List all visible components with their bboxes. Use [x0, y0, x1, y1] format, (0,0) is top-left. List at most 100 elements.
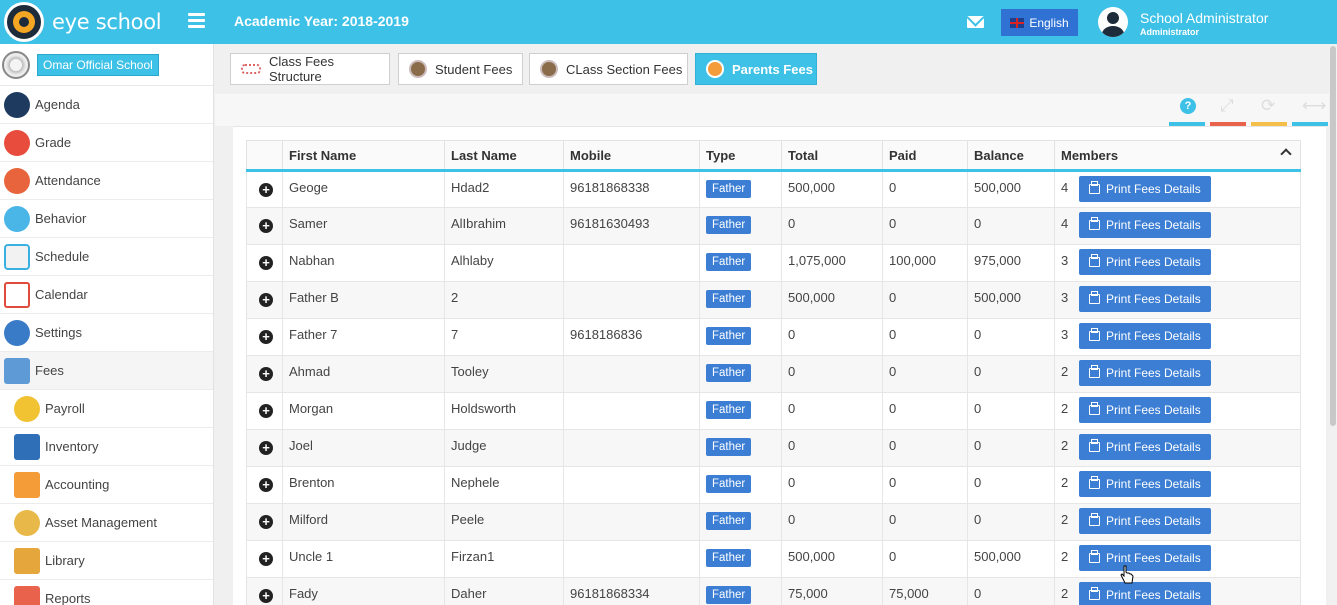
- table-row[interactable]: + Uncle 1 Firzan1 Father 500,000 0 500,000 2 Pri…: [246, 540, 1301, 578]
- language-button[interactable]: English: [1001, 9, 1078, 36]
- column-header[interactable]: Last Name: [444, 140, 564, 172]
- sidebar-item-attendance[interactable]: Attendance: [0, 162, 213, 200]
- refresh-button[interactable]: ⟳: [1251, 96, 1287, 126]
- sidebar-item-library[interactable]: Library: [0, 542, 213, 580]
- expand-row-icon[interactable]: +: [259, 330, 273, 344]
- sidebar-item-calendar[interactable]: Calendar: [0, 276, 213, 314]
- table-row[interactable]: + Joel Judge Father 0 0 0 2 Print Fees Details: [246, 429, 1301, 467]
- expand-row-icon[interactable]: +: [259, 589, 273, 603]
- sidebar-item-schedule[interactable]: Schedule: [0, 238, 213, 276]
- parents-fees-table: First Name Last Name Mobile Type Total P…: [246, 140, 1301, 605]
- print-fees-button[interactable]: Print Fees Details: [1079, 212, 1211, 238]
- members-column-header[interactable]: Members: [1054, 140, 1301, 172]
- column-header[interactable]: Mobile: [563, 140, 700, 172]
- print-fees-button[interactable]: Print Fees Details: [1079, 545, 1211, 571]
- menu-toggle-icon[interactable]: [188, 13, 205, 28]
- last-cell: Hdad2: [444, 170, 564, 208]
- app-logo[interactable]: eye school: [4, 2, 162, 42]
- sidebar-item-fees[interactable]: Fees: [0, 352, 213, 390]
- table-row[interactable]: + Father B 2 Father 500,000 0 500,000 3 Print Fe…: [246, 281, 1301, 319]
- collapse-icon[interactable]: [1280, 148, 1292, 160]
- sidebar-item-label: Reports: [45, 591, 91, 605]
- scrollbar-thumb[interactable]: [1330, 46, 1336, 426]
- type-badge: Father: [706, 327, 752, 345]
- table-row[interactable]: + Milford Peele Father 0 0 0 2 Print Fees Detail…: [246, 503, 1301, 541]
- column-header[interactable]: Paid: [882, 140, 968, 172]
- tab-parents-fees[interactable]: Parents Fees: [695, 53, 817, 85]
- mobile-cell: 96181868338: [563, 170, 700, 208]
- table-row[interactable]: + Ahmad Tooley Father 0 0 0 2 Print Fees Details: [246, 355, 1301, 393]
- expand-row-icon[interactable]: +: [259, 478, 273, 492]
- schedule-icon: [4, 243, 30, 270]
- print-fees-button[interactable]: Print Fees Details: [1079, 434, 1211, 460]
- print-fees-button[interactable]: Print Fees Details: [1079, 360, 1211, 386]
- table-row[interactable]: + Samer AlIbrahim 96181630493 Father 0 0 0 4 Prin…: [246, 207, 1301, 245]
- sidebar-menu: Agenda Grade Attendance Behavior Schedule Cal…: [0, 86, 213, 605]
- type-cell: Father: [699, 207, 782, 245]
- sidebar-item-reports[interactable]: Reports: [0, 580, 213, 605]
- print-fees-button[interactable]: Print Fees Details: [1079, 249, 1211, 275]
- print-fees-button[interactable]: Print Fees Details: [1079, 397, 1211, 423]
- first-cell: Uncle 1: [282, 540, 445, 578]
- user-avatar[interactable]: [1098, 7, 1128, 37]
- expand-row-icon[interactable]: +: [259, 183, 273, 197]
- sidebar-item-settings[interactable]: Settings: [0, 314, 213, 352]
- expand-row-icon[interactable]: +: [259, 441, 273, 455]
- sidebar-item-payroll[interactable]: Payroll: [0, 390, 213, 428]
- type-badge: Father: [706, 512, 752, 530]
- uk-flag-icon: [1010, 17, 1025, 28]
- sidebar-item-agenda[interactable]: Agenda: [0, 86, 213, 124]
- table-row[interactable]: + Morgan Holdsworth Father 0 0 0 2 Print Fees De…: [246, 392, 1301, 430]
- column-header[interactable]: Type: [699, 140, 782, 172]
- page-scrollbar[interactable]: [1329, 44, 1337, 605]
- expand-row-icon[interactable]: +: [259, 293, 273, 307]
- sidebar-item-inventory[interactable]: Inventory: [0, 428, 213, 466]
- sidebar-item-asset-management[interactable]: Asset Management: [0, 504, 213, 542]
- user-name[interactable]: School Administrator: [1140, 10, 1268, 26]
- first-cell: Nabhan: [282, 244, 445, 282]
- print-icon: [1089, 587, 1100, 600]
- expand-row-icon[interactable]: +: [259, 552, 273, 566]
- sidebar-item-grade[interactable]: Grade: [0, 124, 213, 162]
- table-row[interactable]: + Fady Daher 96181868334 Father 75,000 75,000 0…: [246, 577, 1301, 605]
- fullscreen-button[interactable]: ⤢: [1210, 96, 1246, 126]
- total-cell: 0: [781, 503, 883, 541]
- sidebar-item-label: Grade: [35, 135, 72, 150]
- print-fees-button[interactable]: Print Fees Details: [1079, 286, 1211, 312]
- total-cell: 1,075,000: [781, 244, 883, 282]
- print-fees-button[interactable]: Print Fees Details: [1079, 508, 1211, 534]
- print-fees-button[interactable]: Print Fees Details: [1079, 176, 1211, 202]
- print-fees-button[interactable]: Print Fees Details: [1079, 323, 1211, 349]
- expand-row-icon[interactable]: +: [259, 515, 273, 529]
- expand-row-icon[interactable]: +: [259, 404, 273, 418]
- expand-row-icon[interactable]: +: [259, 256, 273, 270]
- column-header[interactable]: First Name: [282, 140, 445, 172]
- expand-row-icon[interactable]: +: [259, 367, 273, 381]
- school-name[interactable]: Omar Official School: [37, 53, 159, 76]
- table-row[interactable]: + Brenton Nephele Father 0 0 0 2 Print Fees Deta…: [246, 466, 1301, 504]
- tab-class-section-fees[interactable]: CLass Section Fees: [529, 53, 688, 85]
- resize-button[interactable]: ⟷: [1292, 96, 1328, 126]
- help-button[interactable]: ?: [1169, 98, 1205, 126]
- tab-student-fees[interactable]: Student Fees: [398, 53, 523, 85]
- sidebar-item-behavior[interactable]: Behavior: [0, 200, 213, 238]
- mail-icon[interactable]: [967, 16, 984, 28]
- last-cell: Daher: [444, 577, 564, 605]
- print-fees-button[interactable]: Print Fees Details: [1079, 582, 1211, 605]
- mobile-cell: [563, 244, 700, 282]
- tab-class-fees-structure[interactable]: Class Fees Structure: [230, 53, 390, 85]
- expand-row-icon[interactable]: +: [259, 219, 273, 233]
- members-cell: 2 Print Fees Details: [1054, 392, 1301, 430]
- last-cell: Alhlaby: [444, 244, 564, 282]
- sidebar-item-label: Inventory: [45, 439, 99, 454]
- column-header[interactable]: Total: [781, 140, 883, 172]
- table-row[interactable]: + Father 7 7 9618186836 Father 0 0 0 3 Print Fees…: [246, 318, 1301, 356]
- tab-label: Student Fees: [435, 61, 513, 77]
- column-header[interactable]: Balance: [967, 140, 1055, 172]
- print-fees-button[interactable]: Print Fees Details: [1079, 471, 1211, 497]
- table-row[interactable]: + Nabhan Alhlaby Father 1,075,000 100,000 975,…: [246, 244, 1301, 282]
- table-row[interactable]: + Geoge Hdad2 96181868338 Father 500,000 0 500,…: [246, 170, 1301, 208]
- sidebar-item-accounting[interactable]: Accounting: [0, 466, 213, 504]
- balance-cell: 0: [967, 466, 1055, 504]
- mobile-cell: [563, 429, 700, 467]
